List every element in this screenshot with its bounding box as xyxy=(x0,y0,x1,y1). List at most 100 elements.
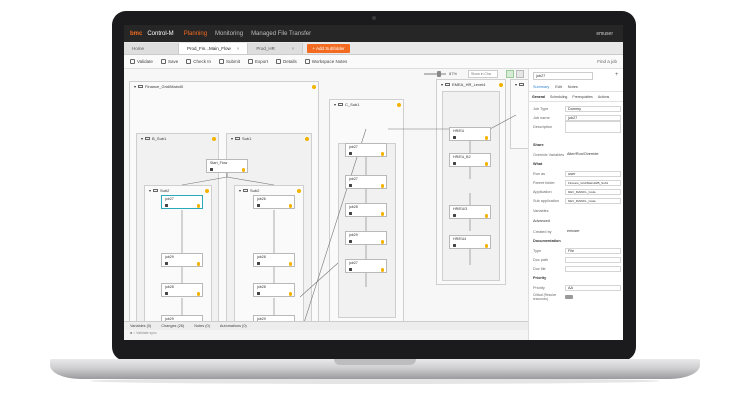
status-icon xyxy=(196,204,200,208)
doc-icon xyxy=(453,244,456,247)
job-node[interactable]: job28 xyxy=(253,253,295,267)
job-node-selected[interactable]: job27 xyxy=(161,195,203,209)
close-icon[interactable]: × xyxy=(237,46,240,51)
job-node[interactable]: job29 xyxy=(161,253,203,267)
nav-monitoring[interactable]: Monitoring xyxy=(215,31,243,37)
panel-section-tabs: General Scheduling Prerequisites Actions xyxy=(529,93,623,102)
doc-icon xyxy=(257,292,260,295)
tab-notes-panel[interactable]: Notes xyxy=(568,85,578,89)
tab-changes[interactable]: Changes (26) xyxy=(161,324,184,328)
tab-summary[interactable]: Summary xyxy=(533,85,549,89)
nav-mft[interactable]: Managed File Transfer xyxy=(251,31,311,37)
field-label: Description xyxy=(533,124,552,129)
save-button[interactable]: Save xyxy=(160,59,179,64)
field-label: Doc file xyxy=(533,266,546,271)
tab-edit[interactable]: Edit xyxy=(555,85,562,89)
tab-actions[interactable]: Actions xyxy=(598,95,609,99)
link xyxy=(226,173,275,186)
submit-button[interactable]: Submit xyxy=(218,59,240,64)
job-name: job28 xyxy=(165,285,174,289)
field-value[interactable]: Finance_Grid/Main40/B_Sub1 xyxy=(565,179,621,186)
tab-variables[interactable]: Variables (0) xyxy=(130,324,151,328)
doc-icon xyxy=(453,214,456,217)
search-input[interactable]: Find a job xyxy=(597,59,617,64)
job-node[interactable]: job27 xyxy=(345,175,387,189)
field-value[interactable] xyxy=(565,256,621,263)
critical-toggle[interactable] xyxy=(565,294,573,299)
tab-prerequisites[interactable]: Prerequisites xyxy=(572,95,592,99)
field-label: Parent folder xyxy=(533,180,555,185)
field-label: Job name xyxy=(533,115,550,120)
save-label: Save xyxy=(167,59,179,64)
section-what: What xyxy=(533,162,543,166)
section-documentation: Documentation xyxy=(533,239,561,243)
field-label: Critical (Resolve resources) xyxy=(533,292,557,301)
job-node[interactable]: HR/EU xyxy=(449,127,491,141)
job-node[interactable]: job28 xyxy=(253,283,295,297)
field-application: Application DEV_MAINFL_Code xyxy=(533,188,621,195)
job-node[interactable]: HR/EU_B2 xyxy=(449,153,491,167)
tab-automations[interactable]: Automations (0) xyxy=(220,324,247,328)
job-node[interactable]: job28 xyxy=(345,203,387,217)
check-in-icon xyxy=(186,59,192,64)
job-node[interactable]: job26 xyxy=(253,195,295,209)
details-button[interactable]: Details xyxy=(276,59,297,64)
close-icon[interactable]: × xyxy=(292,46,295,51)
check-in-button[interactable]: Check In xyxy=(186,59,211,64)
workspace-notes-button[interactable]: Workspace Notes xyxy=(304,59,347,64)
tab-notes[interactable]: Notes (0) xyxy=(194,324,210,328)
add-subfolder-button[interactable]: + Add Subfolder xyxy=(307,44,350,53)
field-label: Run as xyxy=(533,171,546,176)
job-node[interactable]: job29 xyxy=(345,231,387,245)
field-variables: Variables xyxy=(533,207,621,214)
field-value[interactable]: DEV_MAINFL_Code xyxy=(565,188,621,195)
field-label: Application xyxy=(533,189,552,194)
field-value[interactable]: user xyxy=(565,170,621,177)
field-value[interactable]: Dummy xyxy=(565,105,621,112)
job-name: job27 xyxy=(165,197,174,201)
section-priority: Priority xyxy=(533,276,547,280)
job-node[interactable]: HR/EU/3 xyxy=(449,205,491,219)
tab-general[interactable]: General xyxy=(532,95,545,99)
check-in-label: Check In xyxy=(193,59,211,64)
doc-icon xyxy=(453,162,456,165)
brand-name: Control-M xyxy=(147,30,174,37)
tab-home[interactable]: Home xyxy=(124,43,179,54)
export-icon xyxy=(247,59,253,64)
user-menu[interactable]: emuser xyxy=(596,31,613,37)
tab-scheduling[interactable]: Scheduling xyxy=(550,95,567,99)
status-icon xyxy=(380,152,384,156)
field-value: emuser xyxy=(567,228,580,233)
add-icon[interactable]: + xyxy=(615,72,619,78)
field-value[interactable]: AA xyxy=(565,284,621,291)
field-override: Override Variables Alter/Run/Override xyxy=(533,151,621,158)
job-node[interactable]: job28 xyxy=(161,283,203,297)
section-advanced[interactable]: Advanced xyxy=(533,219,550,223)
field-job-type: Job Type Dummy xyxy=(533,105,621,112)
link xyxy=(299,262,339,298)
status-icon xyxy=(380,240,384,244)
doc-icon xyxy=(453,136,456,139)
bottom-tabs: Variables (0) Changes (26) Notes (0) Aut… xyxy=(124,321,528,330)
field-value[interactable]: File xyxy=(565,247,621,254)
job-node[interactable]: job27 xyxy=(345,143,387,157)
job-node[interactable]: job27 xyxy=(345,259,387,273)
tab-label: Prod_HR xyxy=(256,46,275,51)
export-button[interactable]: Export xyxy=(247,59,268,64)
tab-prod-hr[interactable]: Prod_HR × xyxy=(248,43,304,54)
job-node[interactable]: Start_Flow xyxy=(206,159,248,173)
flow-canvas[interactable]: 87% Show in Cha ▾ Finance_Grid/Main40 ▾ B_… xyxy=(124,69,528,328)
job-name: job28 xyxy=(257,255,266,259)
tab-main-flow[interactable]: Prod_Fin...Main_Flow × xyxy=(179,43,249,54)
field-value[interactable] xyxy=(565,120,621,133)
brand-logo: bmc Control-M xyxy=(130,31,174,37)
field-value[interactable] xyxy=(565,265,621,272)
job-node[interactable]: HR/EU4 xyxy=(449,235,491,249)
job-title-field[interactable]: job27 xyxy=(533,72,593,80)
field-value[interactable]: DEV_MAINFL_Code xyxy=(565,197,621,204)
field-parent-folder: Parent folder Finance_Grid/Main40/B_Sub1 xyxy=(533,179,621,186)
doc-icon xyxy=(165,262,168,265)
field-label: Job Type xyxy=(533,106,549,111)
validate-button[interactable]: Validate xyxy=(130,59,153,64)
nav-planning[interactable]: Planning xyxy=(184,31,207,37)
